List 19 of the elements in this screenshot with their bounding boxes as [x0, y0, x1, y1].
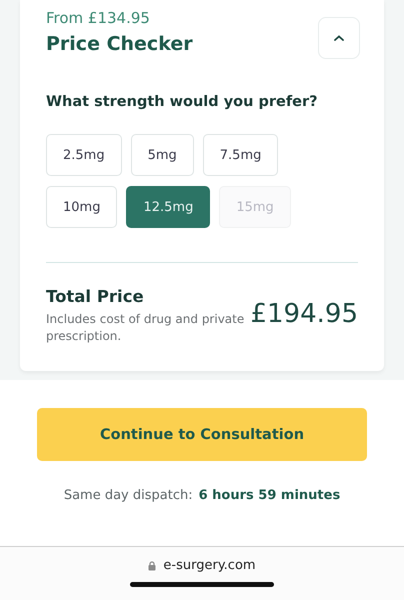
lock-icon	[148, 560, 156, 570]
dispatch-label: Same day dispatch:	[64, 488, 193, 503]
strength-option[interactable]: 2.5mg	[46, 134, 122, 176]
strength-option[interactable]: 7.5mg	[202, 134, 278, 176]
question-text: What strength would you prefer?	[46, 94, 319, 110]
dispatch-time: 6 hours 59 minutes	[198, 488, 340, 503]
url-text[interactable]: e-surgery.com	[163, 558, 256, 573]
from-price: From £134.95	[46, 9, 151, 27]
total-note: Includes cost of drug and private prescription.	[46, 311, 246, 345]
total-price: £194.95	[250, 299, 358, 331]
strength-option[interactable]: 5mg	[130, 134, 194, 176]
strength-option[interactable]: 10mg	[46, 186, 118, 228]
home-indicator[interactable]	[130, 582, 274, 587]
chevron-icon	[334, 35, 344, 41]
total-label: Total Price	[46, 287, 145, 306]
strength-option[interactable]: 12.5mg	[126, 186, 210, 228]
collapse-button[interactable]	[318, 17, 360, 59]
card-title: Price Checker	[46, 33, 193, 55]
continue-button[interactable]: Continue to Consultation	[37, 408, 367, 461]
